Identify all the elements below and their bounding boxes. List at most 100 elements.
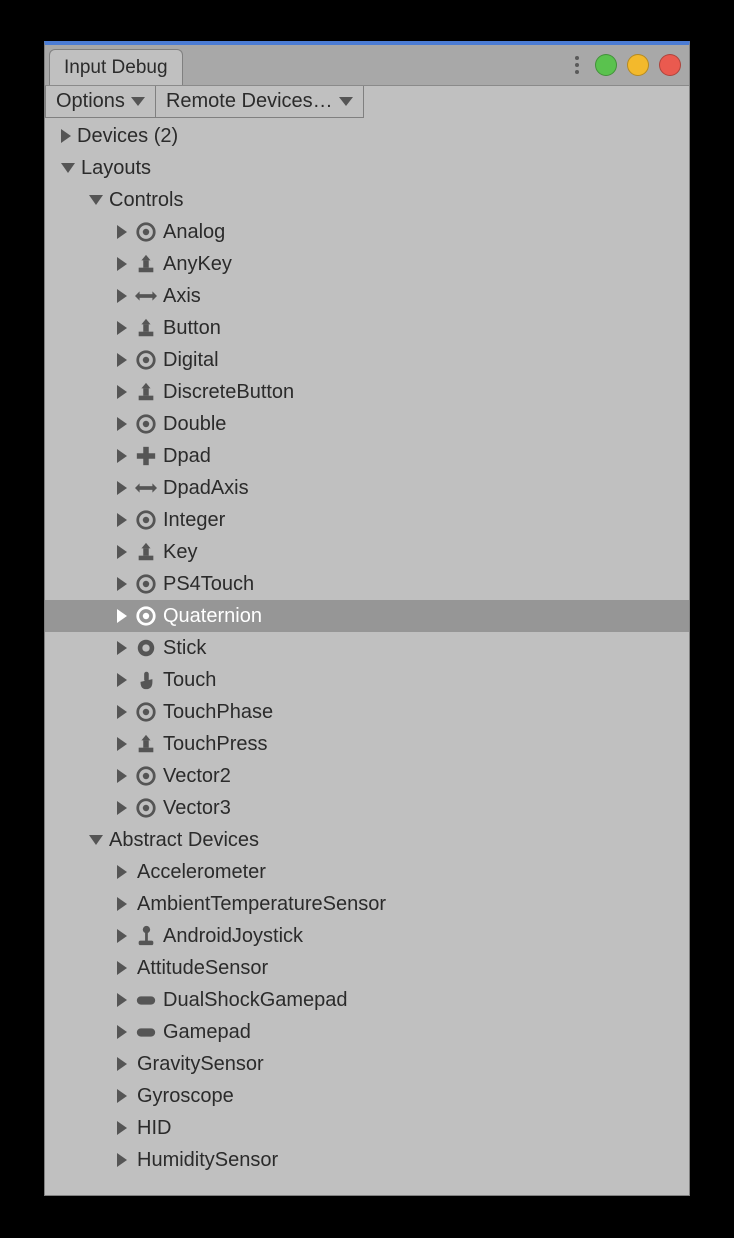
tree-item-control[interactable]: Quaternion — [45, 600, 689, 632]
tree-item-control[interactable]: DpadAxis — [45, 472, 689, 504]
remote-devices-dropdown[interactable]: Remote Devices… — [156, 86, 364, 118]
ring-icon — [135, 605, 157, 627]
tree-item-control[interactable]: Stick — [45, 632, 689, 664]
tree-item-control[interactable]: TouchPress — [45, 728, 689, 760]
tree-label: HID — [137, 1117, 171, 1140]
tree-item-abstract-device[interactable]: Accelerometer — [45, 856, 689, 888]
expand-icon[interactable] — [117, 1025, 127, 1039]
tree-item-control[interactable]: TouchPhase — [45, 696, 689, 728]
ring-icon — [135, 221, 157, 243]
close-button[interactable] — [659, 54, 681, 76]
expand-icon[interactable] — [117, 1089, 127, 1103]
expand-icon[interactable] — [117, 705, 127, 719]
traffic-lights — [595, 54, 681, 76]
expand-icon[interactable] — [117, 865, 127, 879]
expand-icon[interactable] — [117, 353, 127, 367]
tree-label: Gyroscope — [137, 1085, 234, 1108]
expand-icon[interactable] — [117, 417, 127, 431]
expand-icon[interactable] — [117, 1121, 127, 1135]
expand-icon[interactable] — [117, 481, 127, 495]
tree-item-control[interactable]: Vector2 — [45, 760, 689, 792]
tree-label: HumiditySensor — [137, 1149, 278, 1172]
expand-icon[interactable] — [117, 289, 127, 303]
tree-item-abstract-devices[interactable]: Abstract Devices — [45, 824, 689, 856]
expand-icon[interactable] — [117, 513, 127, 527]
tree-item-control[interactable]: Vector3 — [45, 792, 689, 824]
expand-icon[interactable] — [117, 609, 127, 623]
remote-devices-label: Remote Devices… — [166, 90, 333, 113]
tab-input-debug[interactable]: Input Debug — [49, 49, 183, 85]
expand-icon[interactable] — [117, 993, 127, 1007]
tree-item-control[interactable]: Integer — [45, 504, 689, 536]
tree-item-control[interactable]: Double — [45, 408, 689, 440]
expand-icon[interactable] — [117, 961, 127, 975]
tree-label: Dpad — [163, 445, 211, 468]
expand-icon[interactable] — [117, 801, 127, 815]
tree-label: Accelerometer — [137, 861, 266, 884]
expand-icon[interactable] — [117, 737, 127, 751]
tree-item-control[interactable]: Dpad — [45, 440, 689, 472]
tree-label: Abstract Devices — [109, 829, 259, 852]
expand-icon[interactable] — [117, 769, 127, 783]
tree-label: Stick — [163, 637, 206, 660]
tree-item-abstract-device[interactable]: GravitySensor — [45, 1048, 689, 1080]
tree-item-layouts[interactable]: Layouts — [45, 152, 689, 184]
minimize-button[interactable] — [595, 54, 617, 76]
tree-item-devices[interactable]: Devices (2) — [45, 120, 689, 152]
collapse-icon[interactable] — [89, 835, 103, 845]
expand-icon[interactable] — [117, 1057, 127, 1071]
expand-icon[interactable] — [117, 225, 127, 239]
expand-icon[interactable] — [117, 257, 127, 271]
expand-icon[interactable] — [117, 449, 127, 463]
tree-item-control[interactable]: PS4Touch — [45, 568, 689, 600]
gamepad-icon — [135, 1021, 157, 1043]
tree-item-abstract-device[interactable]: DualShockGamepad — [45, 984, 689, 1016]
ring-icon — [135, 701, 157, 723]
tree-item-control[interactable]: Analog — [45, 216, 689, 248]
input-debug-window: Input Debug Options Remote Devices… Devi… — [44, 41, 690, 1196]
options-dropdown[interactable]: Options — [45, 86, 156, 118]
tree-item-abstract-device[interactable]: AndroidJoystick — [45, 920, 689, 952]
tree-item-abstract-device[interactable]: AmbientTemperatureSensor — [45, 888, 689, 920]
tree-item-control[interactable]: Button — [45, 312, 689, 344]
tree-label: Axis — [163, 285, 201, 308]
expand-icon[interactable] — [61, 129, 71, 143]
tree-item-control[interactable]: Axis — [45, 280, 689, 312]
expand-icon[interactable] — [117, 641, 127, 655]
tree-item-control[interactable]: Touch — [45, 664, 689, 696]
expand-icon[interactable] — [117, 1153, 127, 1167]
chevron-down-icon — [131, 97, 145, 106]
tree-label: Key — [163, 541, 197, 564]
tree-item-abstract-device[interactable]: Gyroscope — [45, 1080, 689, 1112]
key-icon — [135, 253, 157, 275]
expand-icon[interactable] — [117, 385, 127, 399]
dpad-icon — [135, 445, 157, 467]
expand-icon[interactable] — [117, 545, 127, 559]
tree-item-controls[interactable]: Controls — [45, 184, 689, 216]
expand-icon[interactable] — [117, 929, 127, 943]
expand-icon[interactable] — [117, 673, 127, 687]
toolbar: Options Remote Devices… — [45, 85, 689, 118]
key-icon — [135, 381, 157, 403]
expand-icon[interactable] — [117, 321, 127, 335]
tree-item-control[interactable]: DiscreteButton — [45, 376, 689, 408]
tree-item-abstract-device[interactable]: AttitudeSensor — [45, 952, 689, 984]
tree-item-abstract-device[interactable]: HID — [45, 1112, 689, 1144]
expand-icon[interactable] — [117, 897, 127, 911]
tree-label: Integer — [163, 509, 225, 532]
collapse-icon[interactable] — [61, 163, 75, 173]
tree-label: DualShockGamepad — [163, 989, 348, 1012]
expand-icon[interactable] — [117, 577, 127, 591]
tree-item-control[interactable]: Key — [45, 536, 689, 568]
tree-item-control[interactable]: Digital — [45, 344, 689, 376]
tree-label: Gamepad — [163, 1021, 251, 1044]
tree-scroll[interactable]: Devices (2) Layouts Controls AnalogAnyKe… — [45, 118, 689, 1195]
tree-label: Vector3 — [163, 797, 231, 820]
maximize-button[interactable] — [627, 54, 649, 76]
collapse-icon[interactable] — [89, 195, 103, 205]
tree-item-control[interactable]: AnyKey — [45, 248, 689, 280]
kebab-menu-icon[interactable] — [571, 50, 583, 80]
tree-label: Double — [163, 413, 226, 436]
tree-item-abstract-device[interactable]: Gamepad — [45, 1016, 689, 1048]
tree-item-abstract-device[interactable]: HumiditySensor — [45, 1144, 689, 1176]
